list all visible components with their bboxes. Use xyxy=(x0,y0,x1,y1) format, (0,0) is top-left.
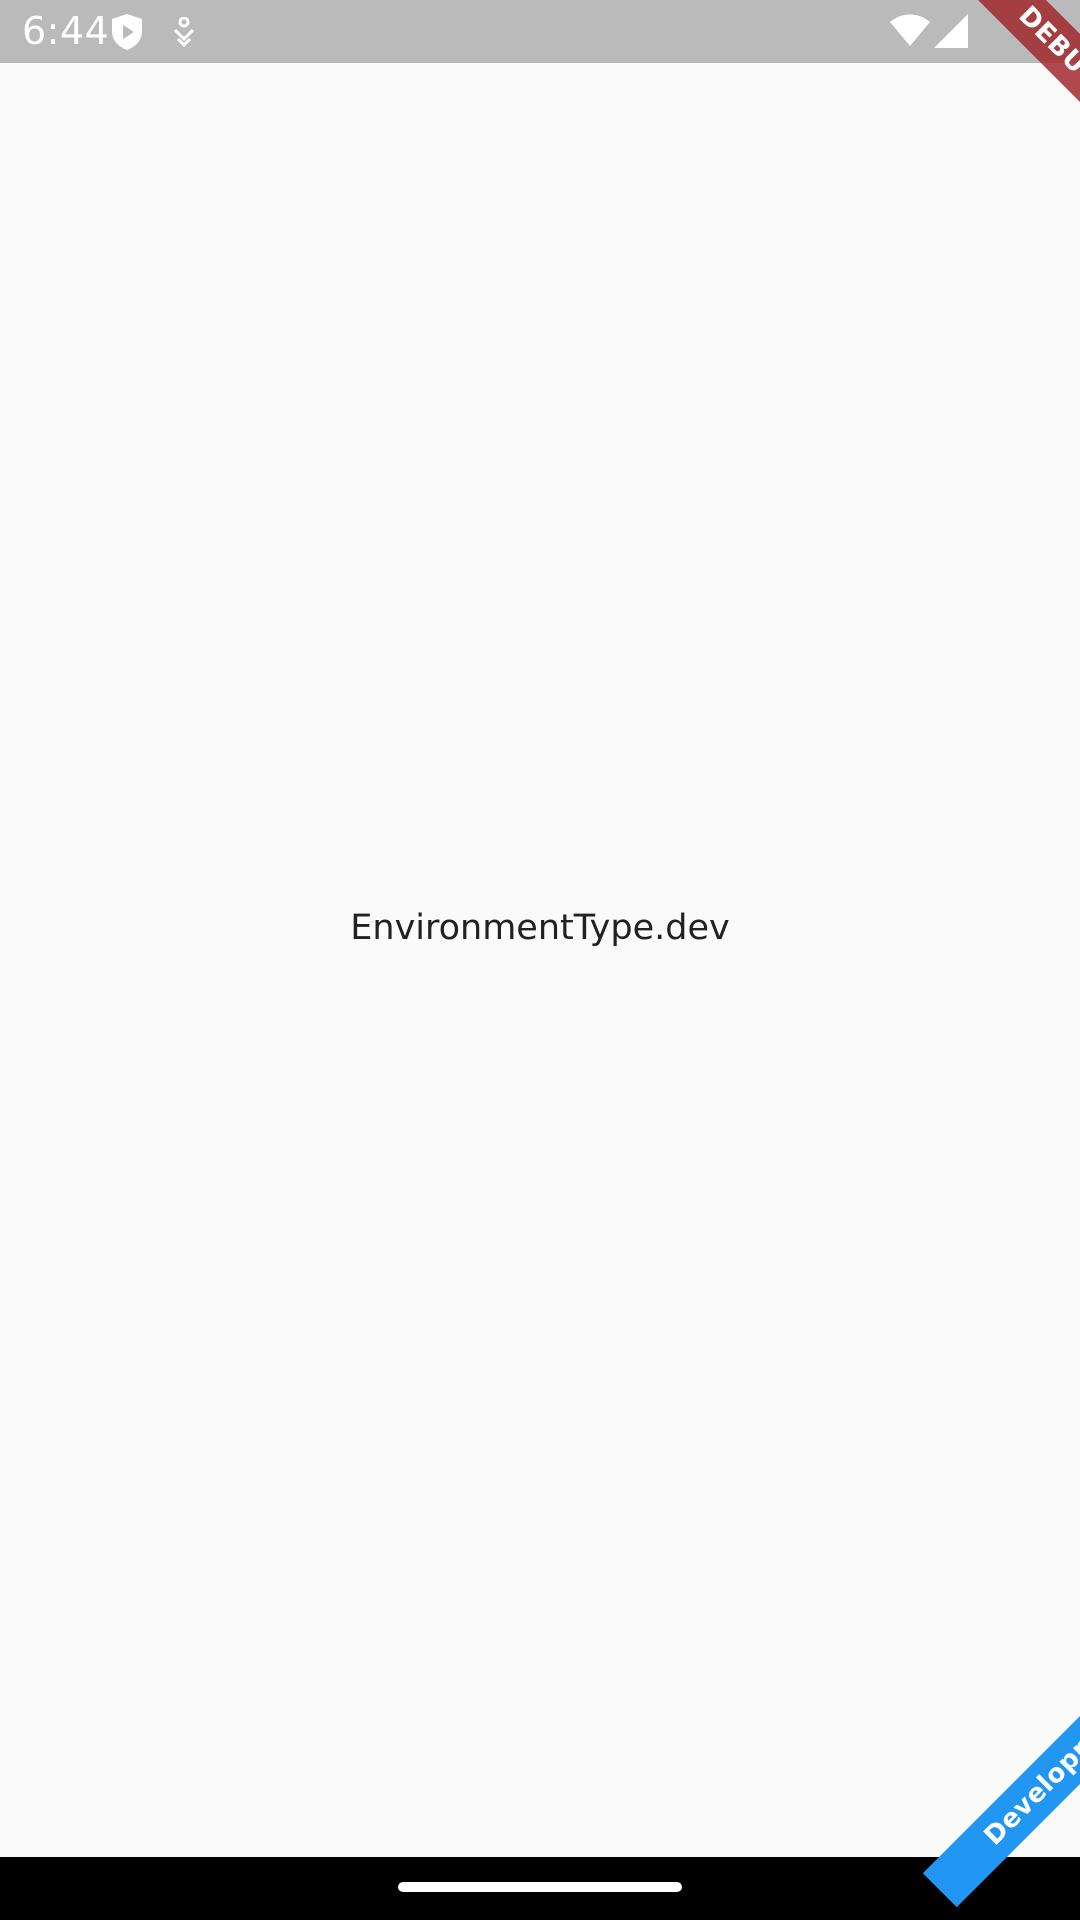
main-content: EnvironmentType.dev xyxy=(0,63,1080,1857)
cell-signal-icon xyxy=(934,14,968,48)
shield-play-icon xyxy=(112,14,142,50)
environment-label: EnvironmentType.dev xyxy=(350,908,730,948)
accessibility-icon xyxy=(173,17,195,47)
app-screen: 6:44 EnvironmentType.dev DEBUG Developme… xyxy=(0,0,1080,1920)
status-bar: 6:44 xyxy=(0,0,1080,63)
home-indicator[interactable] xyxy=(398,1882,682,1892)
navigation-bar xyxy=(0,1857,1080,1920)
wifi-icon xyxy=(890,14,930,46)
status-time: 6:44 xyxy=(22,9,110,53)
